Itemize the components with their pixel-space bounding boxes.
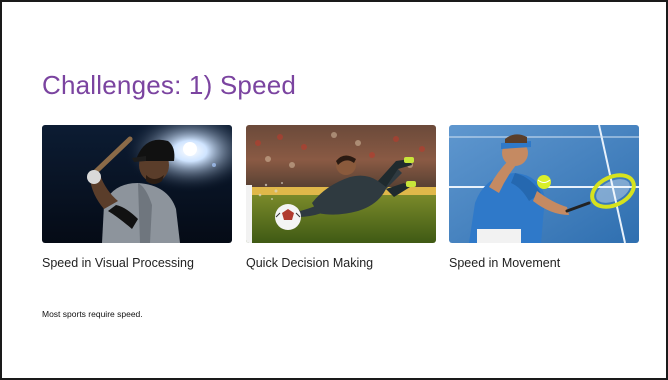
card-movement: Speed in Movement: [449, 125, 639, 270]
tennis-player-photo: [449, 125, 639, 243]
card-decision-making: Quick Decision Making: [246, 125, 436, 270]
card-caption: Speed in Movement: [449, 256, 561, 270]
soccer-goalkeeper-photo: [246, 125, 436, 243]
card-caption: Quick Decision Making: [246, 256, 374, 270]
slide: Challenges: 1) Speed Speed in Visual Pro…: [0, 0, 668, 380]
card-visual-processing: Speed in Visual Processing: [42, 125, 232, 270]
slide-title: Challenges: 1) Speed: [42, 70, 297, 100]
slide-note: Most sports require speed.: [42, 309, 143, 319]
baseball-batter-photo: [42, 125, 232, 243]
card-caption: Speed in Visual Processing: [42, 256, 194, 270]
